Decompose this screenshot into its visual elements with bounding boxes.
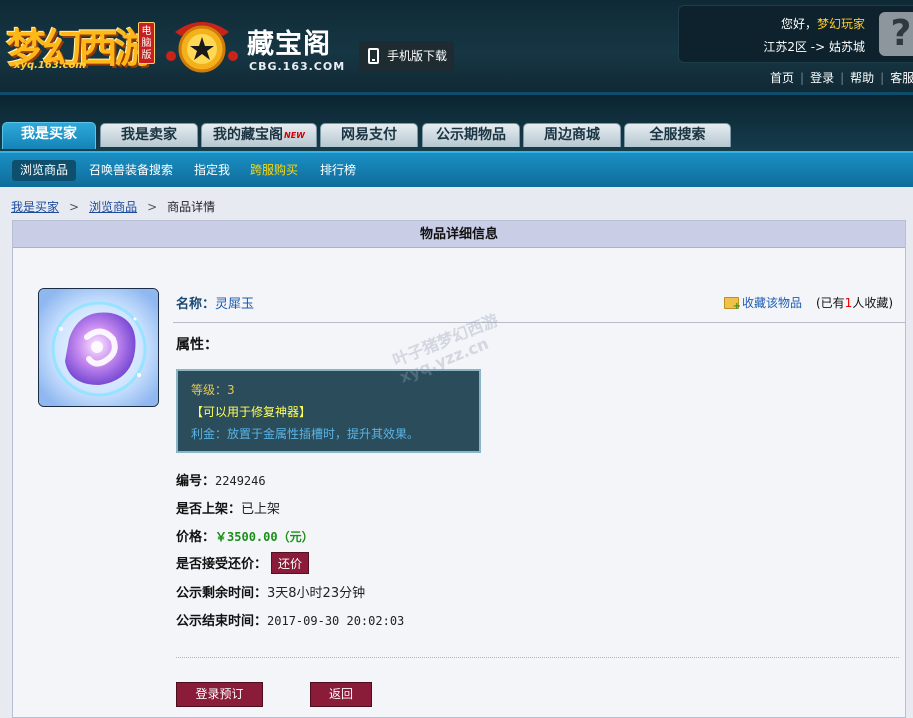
tab-all-server-search[interactable]: 全服搜索 (624, 123, 731, 147)
remaining-time-row: 公示剩余时间：3天8小时23分钟 (176, 582, 365, 601)
price-label: 价格： (176, 530, 216, 545)
mobile-download-button[interactable]: 手机版下载 (359, 41, 454, 71)
counter-offer-button[interactable]: 还价 (271, 552, 310, 574)
counter-offer-row: 是否接受还价： 还价 (176, 552, 310, 574)
favorite-link[interactable]: 收藏该物品 (742, 296, 802, 310)
cbg-logo-url: CBG.163.COM (249, 60, 346, 73)
item-id-row: 编号：2249246 (176, 470, 266, 489)
item-detail-panel: 物品详细信息 名称：灵犀玉 + 收藏该物品 (已有1人收藏) 属性： 等级：3 … (12, 220, 906, 718)
end-time: 2017-09-30 20:02:03 (267, 614, 405, 628)
user-info-box: 您好，梦幻玩家 江苏2区 -> 姑苏城 ? (678, 5, 913, 63)
listed-status: 已上架 (241, 502, 281, 517)
listed-row: 是否上架：已上架 (176, 498, 280, 517)
attr-effect: 利金：放置于金属性插槽时，提升其效果。 (191, 427, 420, 441)
breadcrumb-buyer[interactable]: 我是买家 (11, 200, 59, 214)
greeting-text: 您好， (780, 17, 817, 31)
counter-offer-label: 是否接受还价： (176, 557, 268, 572)
chevron-right-icon: > (147, 200, 158, 214)
tab-netease-pay[interactable]: 网易支付 (320, 123, 418, 147)
item-name: 灵犀玉 (215, 297, 255, 312)
tab-buyer[interactable]: 我是买家 (2, 122, 96, 149)
tab-seller[interactable]: 我是卖家 (100, 123, 198, 147)
tab-public-items[interactable]: 公示期物品 (422, 123, 520, 147)
tab-merch-store[interactable]: 周边商城 (523, 123, 621, 147)
sub-nav: 浏览商品 召唤兽装备搜索 指定我 跨服购买 排行榜 (0, 151, 913, 187)
login-reserve-button[interactable]: 登录预订 (176, 682, 263, 707)
tab-my-cbg[interactable]: 我的藏宝阁NEW (201, 123, 317, 147)
price-value: ￥3500.00（元） (215, 530, 314, 544)
item-id-label: 编号： (176, 474, 216, 489)
remaining-time: 3天8小时23分钟 (267, 586, 366, 601)
client-version-badge: 电脑版 (138, 22, 155, 64)
new-badge: NEW (284, 131, 305, 140)
end-time-label: 公示结束时间： (176, 614, 268, 629)
subtab-rankings[interactable]: 排行榜 (320, 160, 356, 181)
customer-service-link[interactable]: 客服 (890, 71, 913, 85)
attr-repair: 【可以用于修复神器】 (191, 405, 312, 419)
tab-my-cbg-label: 我的藏宝阁 (213, 127, 283, 143)
separator: | (800, 71, 805, 85)
item-name-label: 名称： (176, 297, 216, 312)
breadcrumb-browse[interactable]: 浏览商品 (89, 200, 137, 214)
jade-item-icon (39, 289, 158, 406)
top-links: 首页 | 登录 | 帮助 | 客服 (770, 69, 913, 86)
home-link[interactable]: 首页 (770, 71, 794, 85)
question-icon[interactable]: ? (879, 12, 913, 56)
username[interactable]: 梦幻玩家 (817, 17, 865, 31)
item-name-row: 名称：灵犀玉 (176, 293, 254, 312)
mobile-download-label: 手机版下载 (387, 49, 448, 63)
add-folder-icon[interactable] (723, 297, 741, 312)
cbg-logo-name: 藏宝阁 (247, 29, 331, 60)
favorite-row: 收藏该物品 (已有1人收藏) (723, 294, 893, 312)
panel-title: 物品详细信息 (13, 221, 905, 248)
site-header: 梦幻西游 xyq.163.com 电脑版 藏宝阁 CBG.163.COM 手机版… (0, 0, 913, 95)
item-id: 2249246 (215, 474, 266, 488)
game-logo-url: xyq.163.com (14, 60, 86, 71)
favorite-count-text: (已有1人收藏) (816, 296, 893, 310)
game-logo[interactable]: 梦幻西游 xyq.163.com 电脑版 (2, 10, 157, 74)
subtab-pet-equip-search[interactable]: 召唤兽装备搜索 (89, 160, 173, 181)
server-info[interactable]: 江苏2区 -> 姑苏城 (763, 38, 865, 55)
listed-label: 是否上架： (176, 502, 242, 517)
favorite-prefix: (已有 (815, 296, 845, 310)
end-time-row: 公示结束时间：2017-09-30 20:02:03 (176, 610, 404, 629)
divider (173, 322, 906, 323)
price-row: 价格：￥3500.00（元） (176, 526, 314, 545)
subtab-designated[interactable]: 指定我 (194, 160, 230, 181)
phone-icon (368, 48, 379, 64)
main-nav: 我是买家 我是卖家 我的藏宝阁NEW 网易支付 公示期物品 周边商城 全服搜索 (0, 95, 913, 151)
user-greeting: 您好，梦幻玩家 (781, 15, 865, 32)
login-link[interactable]: 登录 (810, 71, 834, 85)
subtab-browse[interactable]: 浏览商品 (12, 160, 77, 181)
breadcrumb-current: 商品详情 (167, 200, 216, 214)
back-button[interactable]: 返回 (310, 682, 372, 707)
breadcrumb: 我是买家 > 浏览商品 > 商品详情 (11, 198, 215, 215)
attr-level: 等级：3 (191, 383, 235, 397)
separator: | (880, 71, 885, 85)
chevron-right-icon: > (69, 200, 80, 214)
attributes-label: 属性： (176, 337, 218, 353)
favorite-suffix: 人收藏) (852, 296, 893, 310)
help-link[interactable]: 帮助 (850, 71, 874, 85)
attributes-box: 等级：3 【可以用于修复神器】 利金：放置于金属性插槽时，提升其效果。 (176, 369, 481, 453)
cbg-logo[interactable]: 藏宝阁 CBG.163.COM (165, 14, 345, 76)
treasure-coin-icon (166, 22, 238, 73)
subtab-cross-server[interactable]: 跨服购买 (250, 160, 298, 181)
divider (176, 657, 899, 658)
item-image (38, 288, 159, 407)
separator: | (840, 71, 845, 85)
remaining-time-label: 公示剩余时间： (176, 586, 268, 601)
